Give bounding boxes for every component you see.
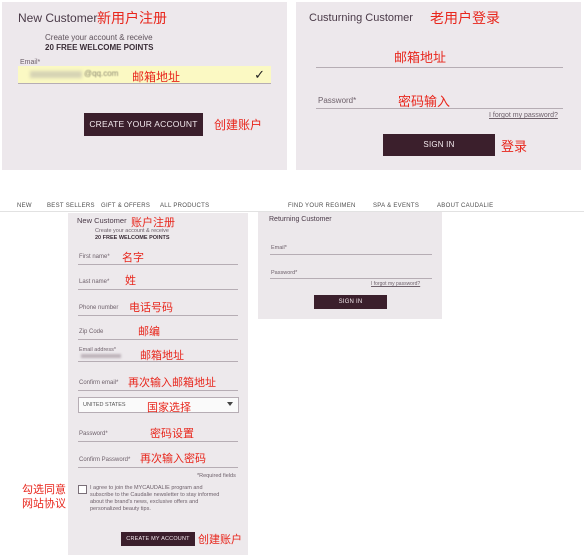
email-label: Email address* [79,347,116,353]
phone-input[interactable] [78,315,238,316]
phone-label: Phone number [79,305,119,311]
email-input[interactable] [270,254,432,255]
confirm-password-label: Confirm Password* [79,457,131,463]
points-text: 20 FREE WELCOME POINTS [95,235,170,241]
sign-in-button[interactable]: SIGN IN [383,134,495,156]
form-title: New Customer [77,216,127,225]
email-input[interactable] [316,67,563,68]
password-label: Password* [79,431,108,437]
annotation-first-name: 名字 [122,251,144,264]
nav-item-best-sellers[interactable]: BEST SELLERS [47,203,95,209]
annotation-country: 国家选择 [147,401,191,414]
agree-checkbox[interactable] [78,485,87,494]
registration-panel: New Customer 账户注册 Create your account & … [68,213,248,555]
create-my-account-button[interactable]: CREATE MY ACCOUNT [121,532,195,546]
nav-item-find-regimen[interactable]: FIND YOUR REGIMEN [288,203,356,209]
annotation-confirm-email: 再次输入邮箱地址 [128,376,216,389]
agree-line-1: I agree to join the MYCAUDALIE program a… [90,485,203,491]
panel-title: New Customer [18,11,98,25]
annotation-email: 邮箱地址 [132,70,181,84]
zip-input[interactable] [78,339,238,340]
annotation-email: 邮箱地址 [394,51,447,66]
agree-line-2: subscribe to the Caudalie newsletter to … [90,492,220,498]
last-name-input[interactable] [78,289,238,290]
panel-title: Custurning Customer [309,12,413,24]
annotation-zip: 邮编 [138,325,160,338]
email-label: Email* [271,245,287,251]
required-note: *Required fields [197,473,236,479]
password-label: Password* [318,96,357,105]
password-input[interactable] [78,441,238,442]
annotation-agree-line-2: 网站协议 [22,497,66,510]
subtitle: Create your account & receive [95,228,169,234]
agree-line-3: about the brand's news, exclusive offers… [90,499,199,505]
email-label: Email* [20,59,41,66]
email-blur [30,71,82,78]
returning-customer-panel: Custurning Customer 老用户登录 邮箱地址 Password*… [296,2,581,170]
nav-item-all-products[interactable]: ALL PRODUCTS [160,203,209,209]
subtitle: Create your account & receive [45,33,153,42]
sign-in-button[interactable]: SIGN IN [314,295,387,309]
annotation-password: 密码设置 [150,427,194,440]
create-account-button[interactable]: CREATE YOUR ACCOUNT [84,113,203,136]
nav-item-spa-events[interactable]: SPA & EVENTS [373,203,419,209]
nav-item-about[interactable]: ABOUT CAUDALIE [437,203,493,209]
annotation-confirm-password: 再次输入密码 [140,452,206,465]
confirm-password-input[interactable] [78,467,238,468]
chevron-down-icon [227,402,233,406]
country-value: UNITED STATES [83,402,126,408]
confirm-email-input[interactable] [78,390,238,391]
checkmark-icon: ✓ [254,67,265,82]
zip-label: Zip Code [79,329,104,335]
email-value: @qq.com [84,69,119,78]
password-input[interactable] [270,278,432,279]
email-input[interactable] [78,361,238,362]
forgot-password-link[interactable]: I forgot my password? [489,112,558,119]
annotation-new-user: 新用户注册 [97,11,167,27]
password-label: Password* [271,270,298,276]
first-name-label: First name* [79,254,110,260]
points-text: 20 FREE WELCOME POINTS [45,43,154,52]
new-customer-panel: New Customer 新用户注册 Create your account &… [2,2,287,170]
forgot-password-link[interactable]: I forgot my password? [371,281,420,287]
password-input[interactable] [316,108,563,109]
email-blur [81,354,121,358]
annotation-returning-user: 老用户登录 [430,11,500,27]
annotation-phone: 电话号码 [129,301,173,314]
last-name-label: Last name* [79,279,110,285]
confirm-email-label: Confirm email* [79,380,119,386]
annotation-sign-in: 登录 [501,140,528,155]
nav-item-new[interactable]: NEW [17,203,32,209]
first-name-input[interactable] [78,264,238,265]
returning-small-panel: Returning Customer Email* Password* I fo… [258,212,442,319]
panel-title: Returning Customer [269,216,332,223]
annotation-last-name: 姓 [125,274,136,287]
nav-item-gift-offers[interactable]: GIFT & OFFERS [101,203,150,209]
annotation-create: 创建账户 [214,118,263,132]
agree-line-4: personalized beauty tips. [90,506,151,512]
annotation-create-account: 创建账户 [198,533,242,546]
